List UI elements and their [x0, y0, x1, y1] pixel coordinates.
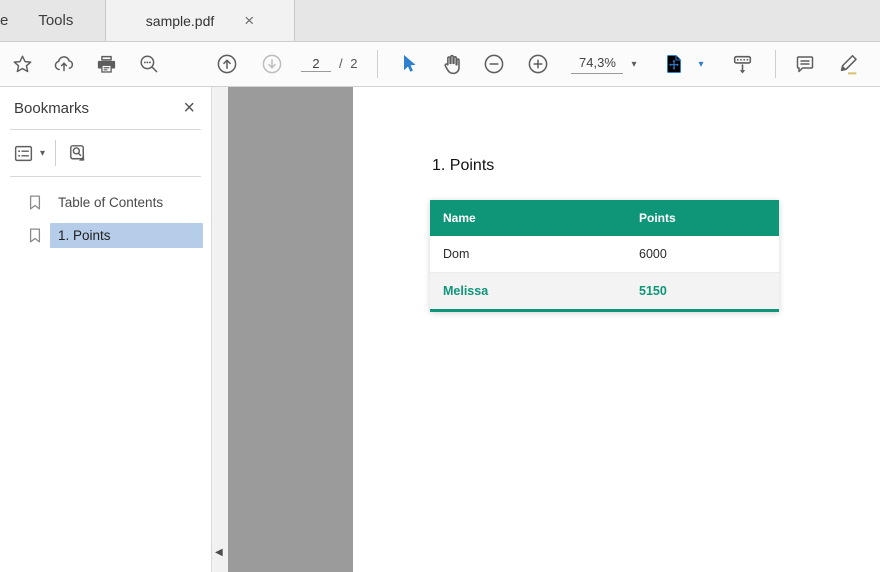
- share-upload-icon[interactable]: [47, 47, 81, 81]
- tab-left-group: e Tools: [0, 0, 105, 41]
- main-toolbar: / 2 74,3% ▾: [0, 42, 880, 87]
- points-table: Name Points Dom 6000 Melissa 5150: [430, 200, 779, 312]
- comment-icon[interactable]: [788, 47, 822, 81]
- table-header-row: Name Points: [430, 200, 779, 236]
- page-number-group: / 2: [301, 56, 359, 72]
- zoom-level-value[interactable]: 74,3%: [571, 55, 623, 74]
- tab-tools[interactable]: Tools: [38, 12, 73, 29]
- select-tool-icon[interactable]: [391, 47, 425, 81]
- tab-bar: e Tools sample.pdf ×: [0, 0, 880, 42]
- column-header-name: Name: [430, 200, 626, 236]
- previous-page-icon[interactable]: [210, 47, 244, 81]
- separator: [55, 140, 56, 166]
- page-title: 1. Points: [432, 157, 880, 175]
- fit-page-icon[interactable]: [657, 47, 691, 81]
- search-icon[interactable]: [132, 47, 166, 81]
- cell-name: Melissa: [430, 273, 626, 311]
- tab-document-label: sample.pdf: [146, 13, 214, 29]
- toolbar-separator: [377, 50, 378, 78]
- bookmarks-panel: Bookmarks × ▾: [0, 87, 211, 572]
- bookmark-label: 1. Points: [50, 223, 203, 248]
- zoom-out-icon[interactable]: [477, 47, 511, 81]
- next-page-icon[interactable]: [255, 47, 289, 81]
- cell-name: Dom: [430, 236, 626, 273]
- table-row: Dom 6000: [430, 236, 779, 273]
- star-favorites-icon[interactable]: [5, 47, 39, 81]
- bookmark-label: Table of Contents: [50, 190, 203, 215]
- document-viewer: 1. Points Name Points Dom 6000: [228, 87, 880, 572]
- toolbar-separator: [775, 50, 776, 78]
- tab-bar-empty: [295, 0, 880, 41]
- table-row: Melissa 5150: [430, 273, 779, 311]
- zoom-level-group: 74,3% ▾: [571, 55, 636, 74]
- bookmark-item-table-of-contents[interactable]: Table of Contents: [0, 187, 211, 217]
- tab-document[interactable]: sample.pdf ×: [105, 0, 295, 41]
- panel-splitter[interactable]: ◀: [211, 87, 228, 572]
- pdf-page: 1. Points Name Points Dom 6000: [353, 87, 880, 572]
- content-area: Bookmarks × ▾: [0, 87, 880, 572]
- bookmarks-title: Bookmarks: [14, 100, 89, 117]
- cell-points: 5150: [626, 273, 779, 311]
- column-header-points: Points: [626, 200, 779, 236]
- bookmark-item-points[interactable]: 1. Points: [0, 220, 211, 250]
- home-tab-partial[interactable]: e: [0, 12, 8, 29]
- bookmark-options-caret-icon[interactable]: ▾: [40, 148, 45, 159]
- page-number-input[interactable]: [301, 56, 331, 72]
- bookmarks-toolbar: ▾: [0, 130, 211, 176]
- bookmarks-list: Table of Contents 1. Points: [0, 177, 211, 253]
- zoom-in-icon[interactable]: [521, 47, 555, 81]
- expand-current-bookmark-icon[interactable]: [66, 142, 89, 165]
- tab-close-icon[interactable]: ×: [244, 12, 254, 29]
- hand-tool-icon[interactable]: [434, 47, 468, 81]
- pdf-viewer-window: e Tools sample.pdf ×: [0, 0, 880, 572]
- collapse-panel-icon[interactable]: ◀: [215, 547, 223, 558]
- bookmarks-close-icon[interactable]: ×: [183, 98, 195, 118]
- bookmark-icon: [27, 193, 43, 212]
- fit-page-caret-icon[interactable]: ▾: [699, 59, 704, 70]
- page-count-label: / 2: [339, 56, 359, 71]
- bookmarks-header: Bookmarks ×: [0, 87, 211, 129]
- highlight-pen-icon[interactable]: [831, 47, 865, 81]
- collapse-toolbar-icon[interactable]: [726, 47, 760, 81]
- bookmark-icon: [27, 226, 43, 245]
- print-icon[interactable]: [89, 47, 123, 81]
- cell-points: 6000: [626, 236, 779, 273]
- zoom-caret-icon[interactable]: ▾: [631, 59, 636, 70]
- bookmark-options-icon[interactable]: [12, 142, 35, 165]
